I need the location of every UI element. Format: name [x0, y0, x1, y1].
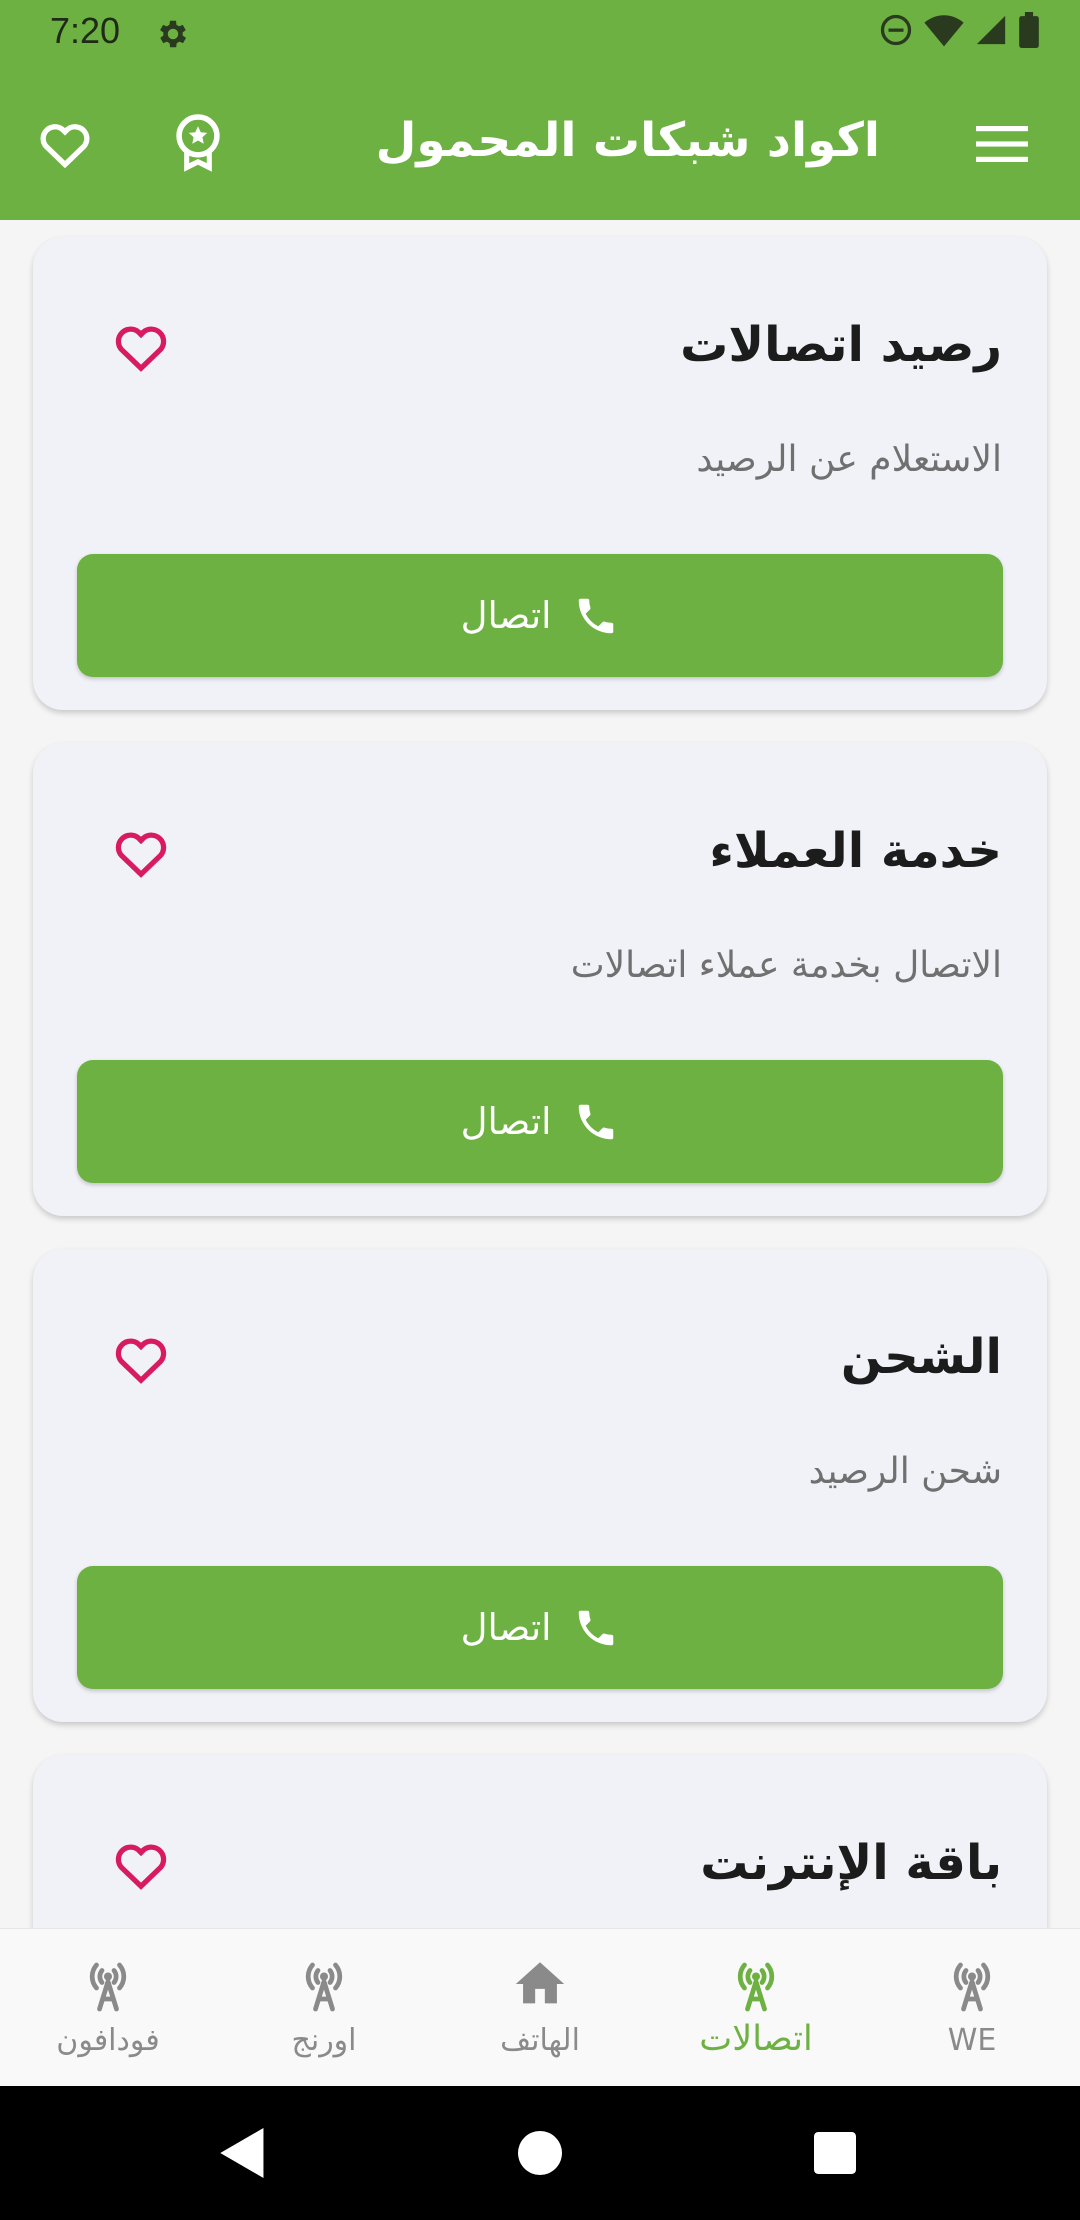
- status-icons: [878, 12, 1040, 52]
- call-button-label: اتصال: [460, 1606, 552, 1649]
- call-button-label: اتصال: [460, 1100, 552, 1143]
- codes-list[interactable]: رصيد اتصالات الاستعلام عن الرصيد اتصال خ…: [0, 220, 1080, 1928]
- nav-item-vodafone[interactable]: فودافون: [0, 1929, 216, 2086]
- nav-item-phone[interactable]: الهاتف: [432, 1929, 648, 2086]
- app-bar: اكواد شبكات المحمول: [0, 63, 1080, 220]
- call-button-label: اتصال: [460, 594, 552, 637]
- award-badge-icon[interactable]: [168, 114, 228, 174]
- settings-gear-icon: [155, 16, 191, 52]
- card-description: الاستعلام عن الرصيد: [696, 439, 1002, 480]
- nav-item-orange[interactable]: اورنج: [216, 1929, 432, 2086]
- favorite-heart-icon[interactable]: [111, 823, 171, 883]
- favorite-heart-icon[interactable]: [111, 1835, 171, 1895]
- menu-hamburger-icon[interactable]: [972, 114, 1032, 174]
- antenna-icon: [77, 1953, 139, 2015]
- bottom-navigation: فودافون اورنج الهاتف اتصالات WE: [0, 1928, 1080, 2086]
- system-navigation-bar: [0, 2086, 1080, 2220]
- call-button[interactable]: اتصال: [77, 1566, 1003, 1689]
- card-title: رصيد اتصالات: [680, 317, 1002, 373]
- back-icon[interactable]: [215, 2125, 271, 2181]
- wifi-icon: [924, 12, 964, 52]
- do-not-disturb-icon: [878, 12, 914, 52]
- code-card: باقة الإنترنت: [33, 1755, 1047, 1928]
- call-button[interactable]: اتصال: [77, 554, 1003, 677]
- call-button[interactable]: اتصال: [77, 1060, 1003, 1183]
- status-bar: 7:20: [0, 0, 1080, 63]
- nav-label: فودافون: [56, 2023, 160, 2058]
- favorite-heart-icon[interactable]: [111, 1329, 171, 1389]
- favorite-heart-icon[interactable]: [111, 317, 171, 377]
- recents-square-icon[interactable]: [807, 2125, 863, 2181]
- code-card: الشحن شحن الرصيد اتصال: [33, 1249, 1047, 1722]
- nav-label: الهاتف: [500, 2023, 580, 2058]
- signal-icon: [974, 13, 1008, 51]
- card-description: الاتصال بخدمة عملاء اتصالات: [570, 945, 1002, 986]
- battery-icon: [1018, 12, 1040, 52]
- nav-item-we[interactable]: WE: [864, 1929, 1080, 2086]
- code-card: خدمة العملاء الاتصال بخدمة عملاء اتصالات…: [33, 743, 1047, 1216]
- nav-label: اتصالات: [699, 2019, 813, 2059]
- app-title: اكواد شبكات المحمول: [375, 113, 880, 168]
- card-title: باقة الإنترنت: [700, 1835, 1002, 1891]
- card-description: شحن الرصيد: [808, 1451, 1002, 1492]
- antenna-icon: [725, 1953, 787, 2015]
- status-time: 7:20: [50, 10, 121, 51]
- home-circle-icon[interactable]: [512, 2125, 568, 2181]
- code-card: رصيد اتصالات الاستعلام عن الرصيد اتصال: [33, 237, 1047, 710]
- nav-label: WE: [947, 2023, 997, 2058]
- antenna-icon: [941, 1953, 1003, 2015]
- phone-icon: [573, 1605, 619, 1651]
- nav-label: اورنج: [291, 2023, 357, 2058]
- card-title: خدمة العملاء: [709, 823, 1002, 879]
- antenna-icon: [293, 1953, 355, 2015]
- phone-icon: [573, 593, 619, 639]
- home-icon: [509, 1953, 571, 2015]
- phone-icon: [573, 1099, 619, 1145]
- favorites-heart-icon[interactable]: [35, 114, 95, 174]
- nav-item-etisalat[interactable]: اتصالات: [648, 1929, 864, 2086]
- card-title: الشحن: [840, 1329, 1002, 1385]
